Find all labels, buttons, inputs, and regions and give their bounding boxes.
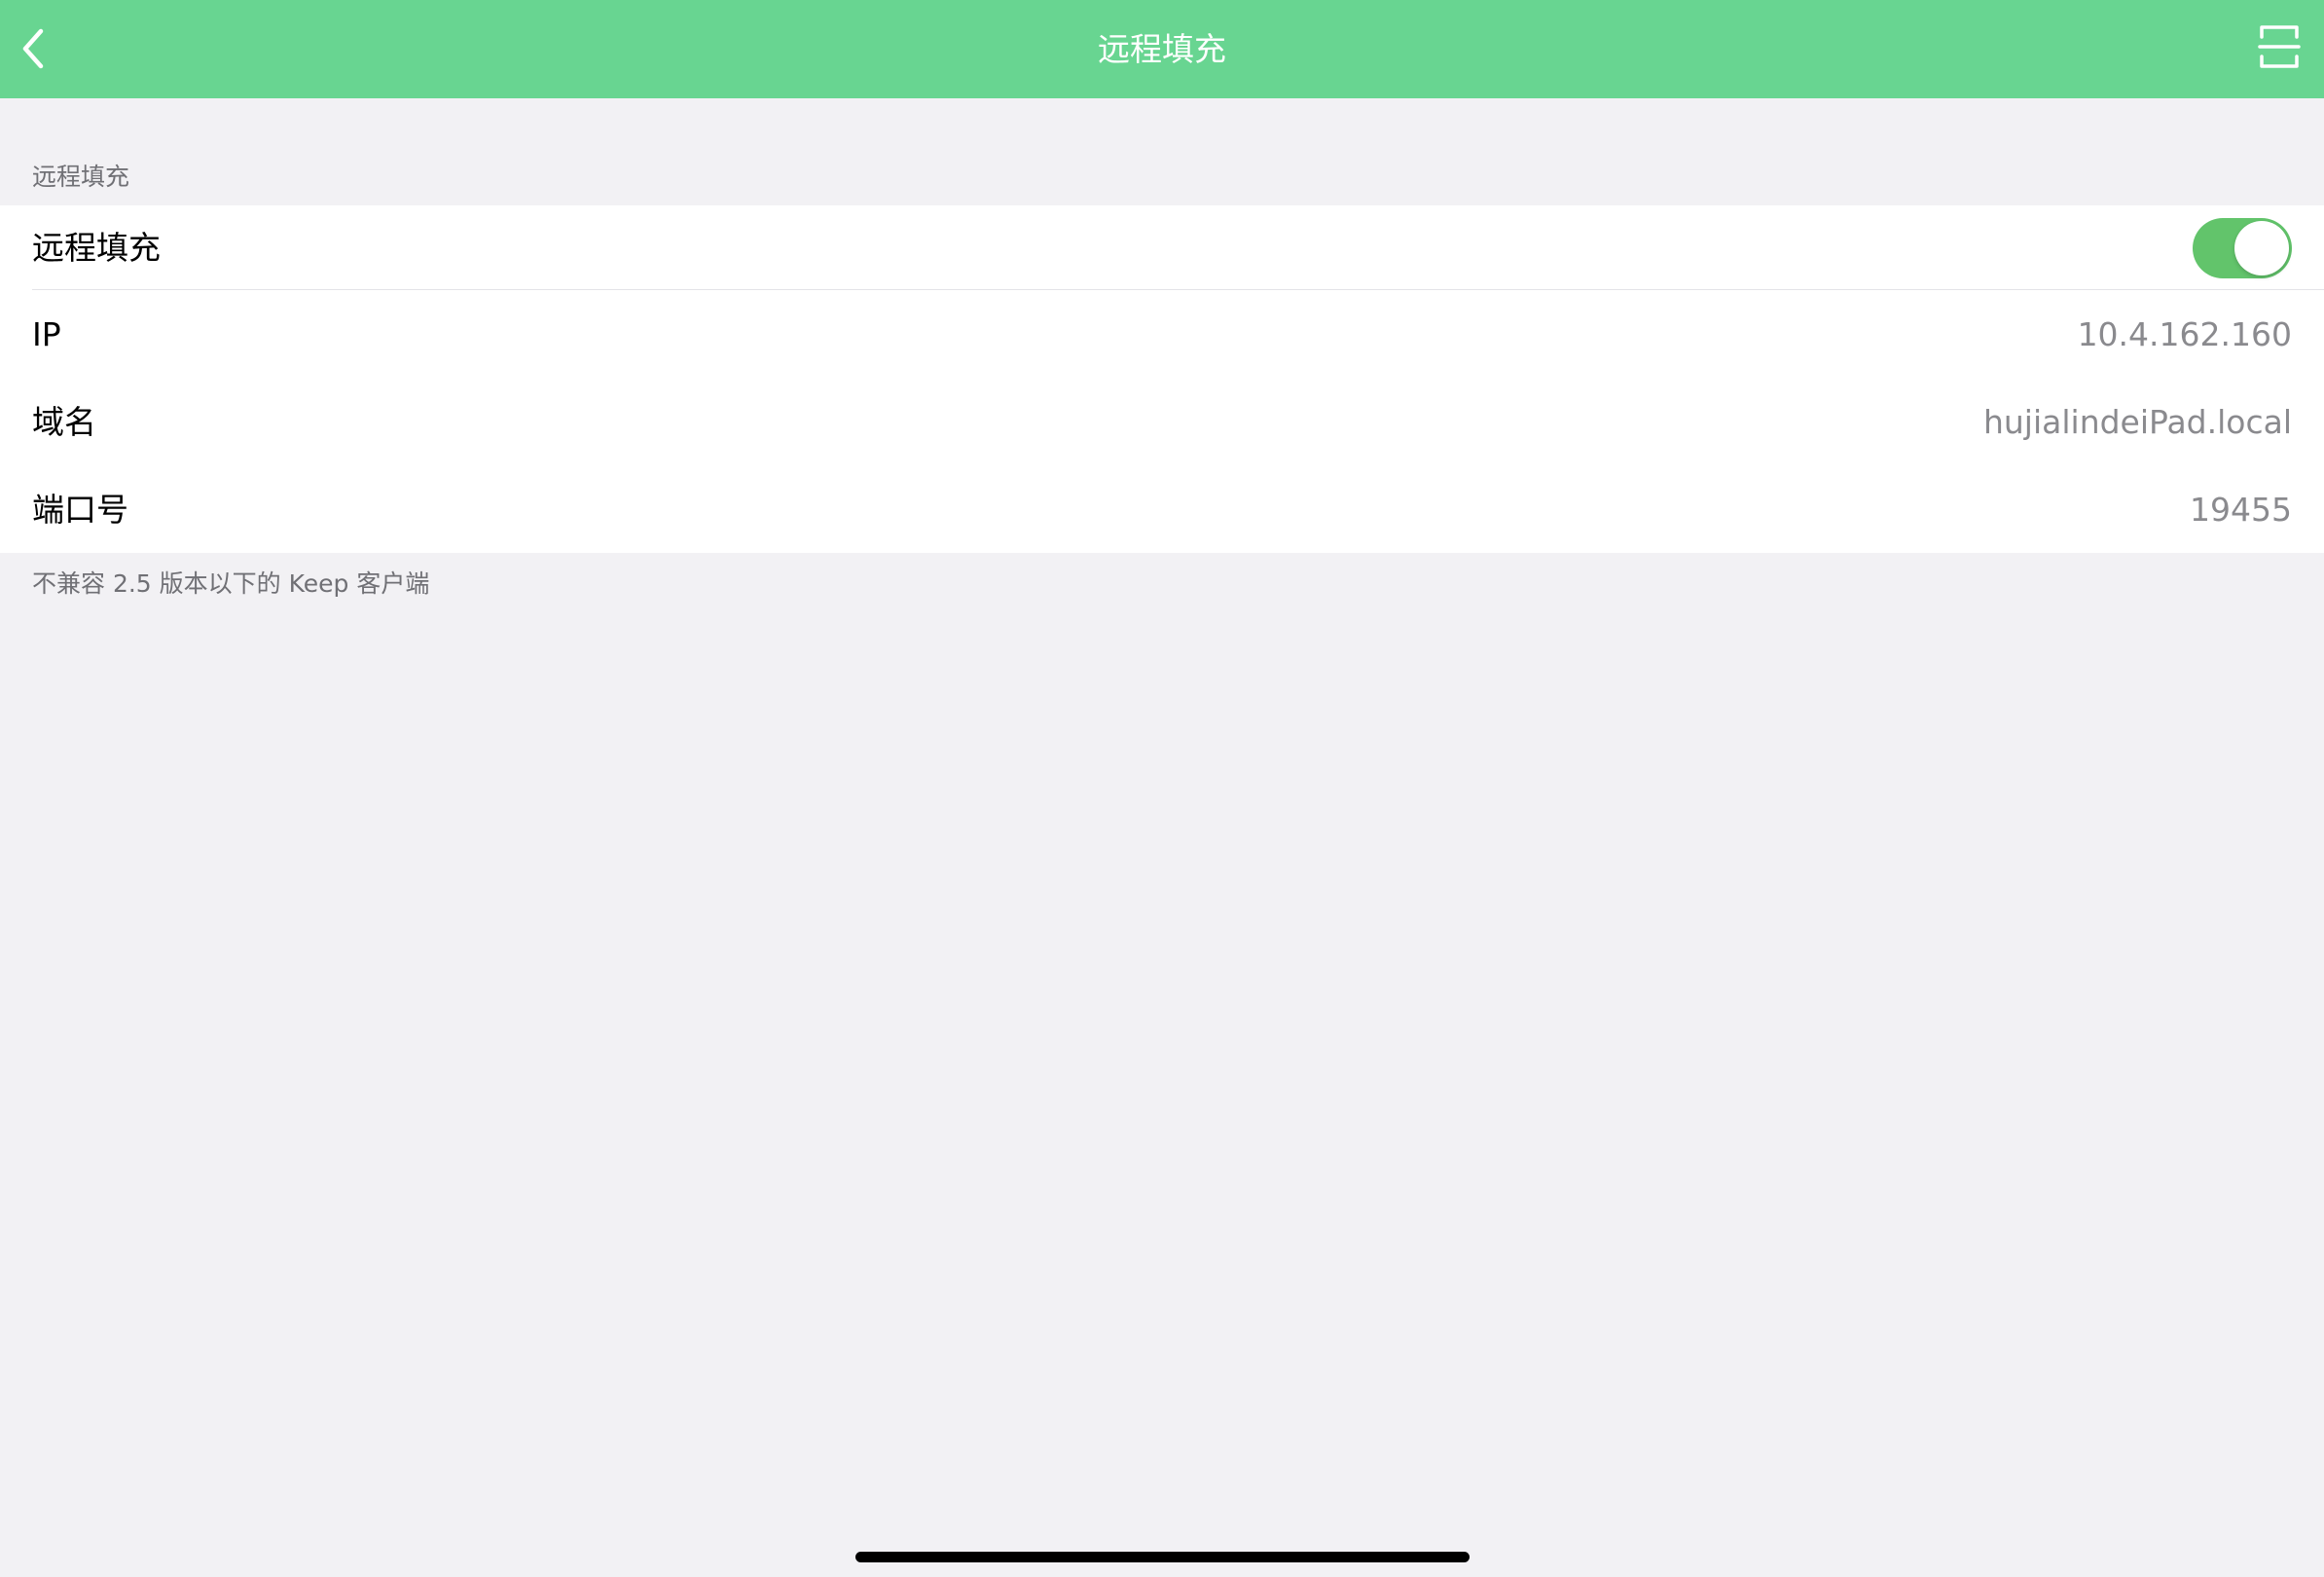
- port-label: 端口号: [32, 491, 128, 529]
- page-title: 远程填充: [1098, 30, 1226, 68]
- remote-fill-toggle[interactable]: [2193, 218, 2292, 278]
- ip-label: IP: [32, 315, 61, 353]
- navigation-bar: 远程填充: [0, 0, 2324, 98]
- domain-value: hujialindeiPad.local: [1982, 403, 2292, 441]
- domain-row: 域名 hujialindeiPad.local: [0, 380, 2324, 465]
- port-value: 19455: [2190, 491, 2292, 529]
- remote-fill-label: 远程填充: [32, 229, 161, 267]
- toggle-knob: [2234, 221, 2289, 275]
- home-indicator[interactable]: [855, 1552, 1470, 1562]
- scan-button[interactable]: [2258, 23, 2301, 70]
- ip-row: IP 10.4.162.160: [0, 292, 2324, 378]
- settings-group: 远程填充 IP 10.4.162.160 域名 hujialindeiPad.l…: [0, 205, 2324, 553]
- scan-icon: [2258, 25, 2301, 68]
- remote-fill-row: 远程填充: [0, 205, 2324, 291]
- back-button[interactable]: [18, 25, 56, 72]
- port-row: 端口号 19455: [0, 467, 2324, 553]
- row-separator: [32, 289, 2324, 290]
- ip-value: 10.4.162.160: [2077, 315, 2292, 353]
- domain-label: 域名: [32, 403, 96, 441]
- chevron-left-icon: [22, 28, 44, 69]
- section-footer: 不兼容 2.5 版本以下的 Keep 客户端: [32, 569, 430, 598]
- section-header: 远程填充: [32, 163, 130, 191]
